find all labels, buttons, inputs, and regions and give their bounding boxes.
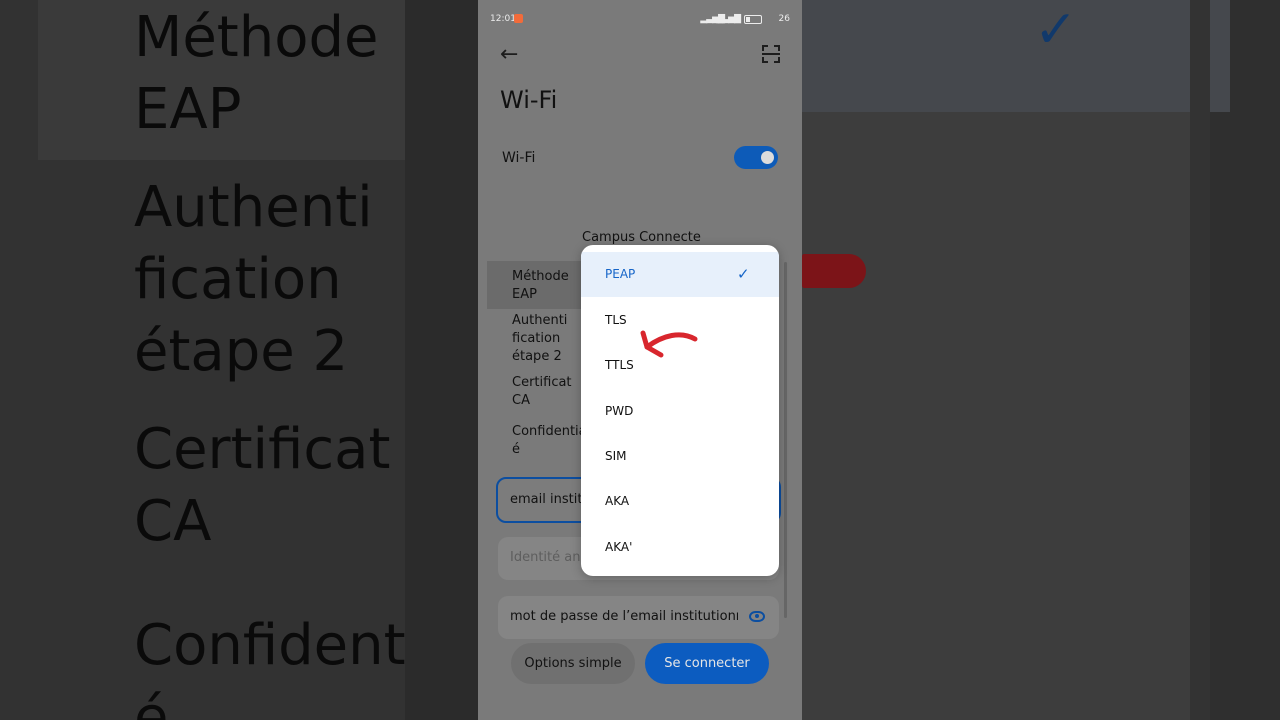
dropdown-option-label: PEAP bbox=[605, 267, 636, 281]
password-field[interactable]: mot de passe de l’email institutionn bbox=[498, 596, 779, 639]
background-annotation-red bbox=[802, 254, 866, 288]
simple-options-button[interactable]: Options simple bbox=[511, 643, 635, 684]
background-right-panel: ✓ bbox=[802, 0, 1280, 720]
dropdown-option-label: AKA bbox=[605, 494, 630, 508]
battery-icon bbox=[744, 15, 762, 24]
dropdown-option-label: TLS bbox=[605, 313, 627, 327]
dialog-scrollbar[interactable] bbox=[784, 262, 787, 618]
eap-method-dropdown: PEAP ✓ TLS TTLS PWD SIM AKA AKA' bbox=[581, 245, 779, 576]
dropdown-option-sim[interactable]: SIM bbox=[581, 434, 779, 479]
checkmark-icon: ✓ bbox=[737, 265, 750, 283]
phase2-auth-label: Authenti fication étape 2 bbox=[512, 313, 568, 364]
eap-method-label: Méthode EAP bbox=[512, 269, 569, 302]
anonymous-identity-placeholder: Identité an bbox=[510, 550, 581, 565]
status-time: 12:01 bbox=[490, 14, 516, 24]
dropdown-option-peap[interactable]: PEAP ✓ bbox=[581, 252, 779, 297]
dropdown-option-label: PWD bbox=[605, 404, 634, 418]
battery-percent: 26 bbox=[778, 14, 790, 24]
status-bar: 12:01 ▂▃▅▇ ▂▃▅▇ 26 bbox=[490, 12, 790, 28]
ca-certificate-label: Certificat CA bbox=[512, 375, 572, 408]
annotation-arrow-icon bbox=[640, 330, 698, 358]
dropdown-option-pwd[interactable]: PWD bbox=[581, 389, 779, 434]
background-check-icon: ✓ bbox=[1034, 0, 1078, 60]
background-text-cert: Certificat CA bbox=[134, 417, 391, 554]
screen-record-icon bbox=[514, 14, 523, 23]
background-left-panel: Méthode EAP Authenti fication étape 2 Ce… bbox=[0, 0, 405, 720]
password-field-value: mot de passe de l’email institutionn bbox=[510, 609, 738, 624]
qr-scan-icon[interactable] bbox=[762, 45, 780, 63]
show-password-eye-icon[interactable] bbox=[749, 611, 765, 622]
background-right-top bbox=[802, 0, 1230, 112]
dropdown-option-label: AKA' bbox=[605, 540, 633, 554]
identity-field-value: email institu bbox=[510, 492, 591, 507]
wifi-toggle-switch[interactable] bbox=[734, 146, 778, 169]
page-title: Wi-Fi bbox=[500, 86, 558, 114]
wifi-toggle-label: Wi-Fi bbox=[502, 150, 536, 166]
dropdown-option-label: TTLS bbox=[605, 358, 634, 372]
signal-icon-2: ▂▃▅▇ bbox=[716, 14, 741, 24]
connect-button[interactable]: Se connecter bbox=[645, 643, 769, 684]
dropdown-option-label: SIM bbox=[605, 449, 627, 463]
network-dialog-title: Campus Connecte bbox=[582, 230, 701, 245]
privacy-label: Confidentiali é bbox=[512, 424, 594, 457]
dropdown-option-aka-prime[interactable]: AKA' bbox=[581, 525, 779, 570]
background-right-edge bbox=[1190, 0, 1210, 720]
phone-screen: 12:01 ▂▃▅▇ ▂▃▅▇ 26 ← Wi-Fi Wi-Fi Campus … bbox=[478, 0, 802, 720]
background-text-conf: Confidentia é bbox=[134, 613, 405, 720]
back-arrow-icon[interactable]: ← bbox=[500, 42, 518, 67]
dropdown-option-aka[interactable]: AKA bbox=[581, 479, 779, 524]
background-text-auth: Authenti fication étape 2 bbox=[134, 175, 373, 384]
background-text-eap: Méthode EAP bbox=[134, 5, 379, 142]
